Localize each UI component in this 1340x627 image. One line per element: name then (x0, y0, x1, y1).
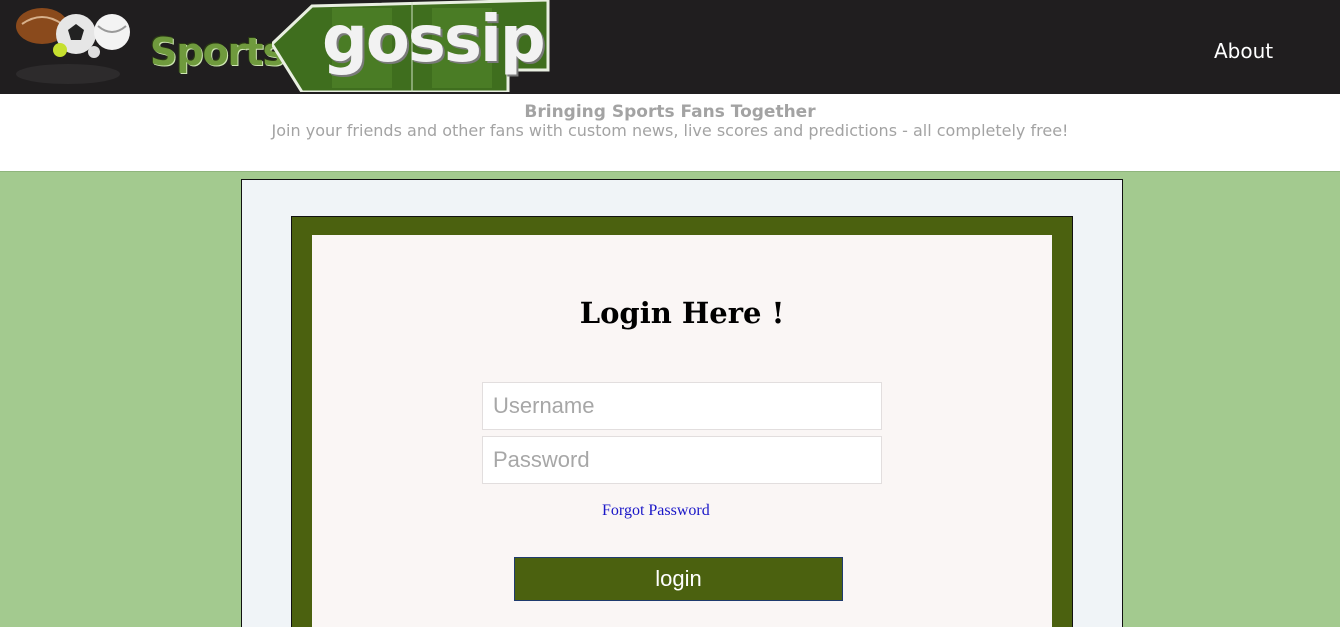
sports-balls-icon (8, 4, 130, 90)
login-button[interactable]: login (514, 557, 843, 601)
tagline-banner: Bringing Sports Fans Together Join your … (0, 94, 1340, 172)
login-heading: Login Here ! (579, 296, 785, 330)
nav-about-link[interactable]: About (1214, 39, 1273, 63)
password-input[interactable] (482, 436, 882, 484)
logo-sports-text: Sports (150, 30, 285, 74)
forgot-password-link[interactable]: Forgot Password (602, 502, 710, 520)
tagline-subtitle: Join your friends and other fans with cu… (271, 121, 1069, 140)
top-bar: Sports gossip About (0, 0, 1340, 94)
tagline-title: Bringing Sports Fans Together (524, 102, 816, 122)
logo-gossip-text: gossip (322, 3, 546, 77)
username-input[interactable] (482, 382, 882, 430)
